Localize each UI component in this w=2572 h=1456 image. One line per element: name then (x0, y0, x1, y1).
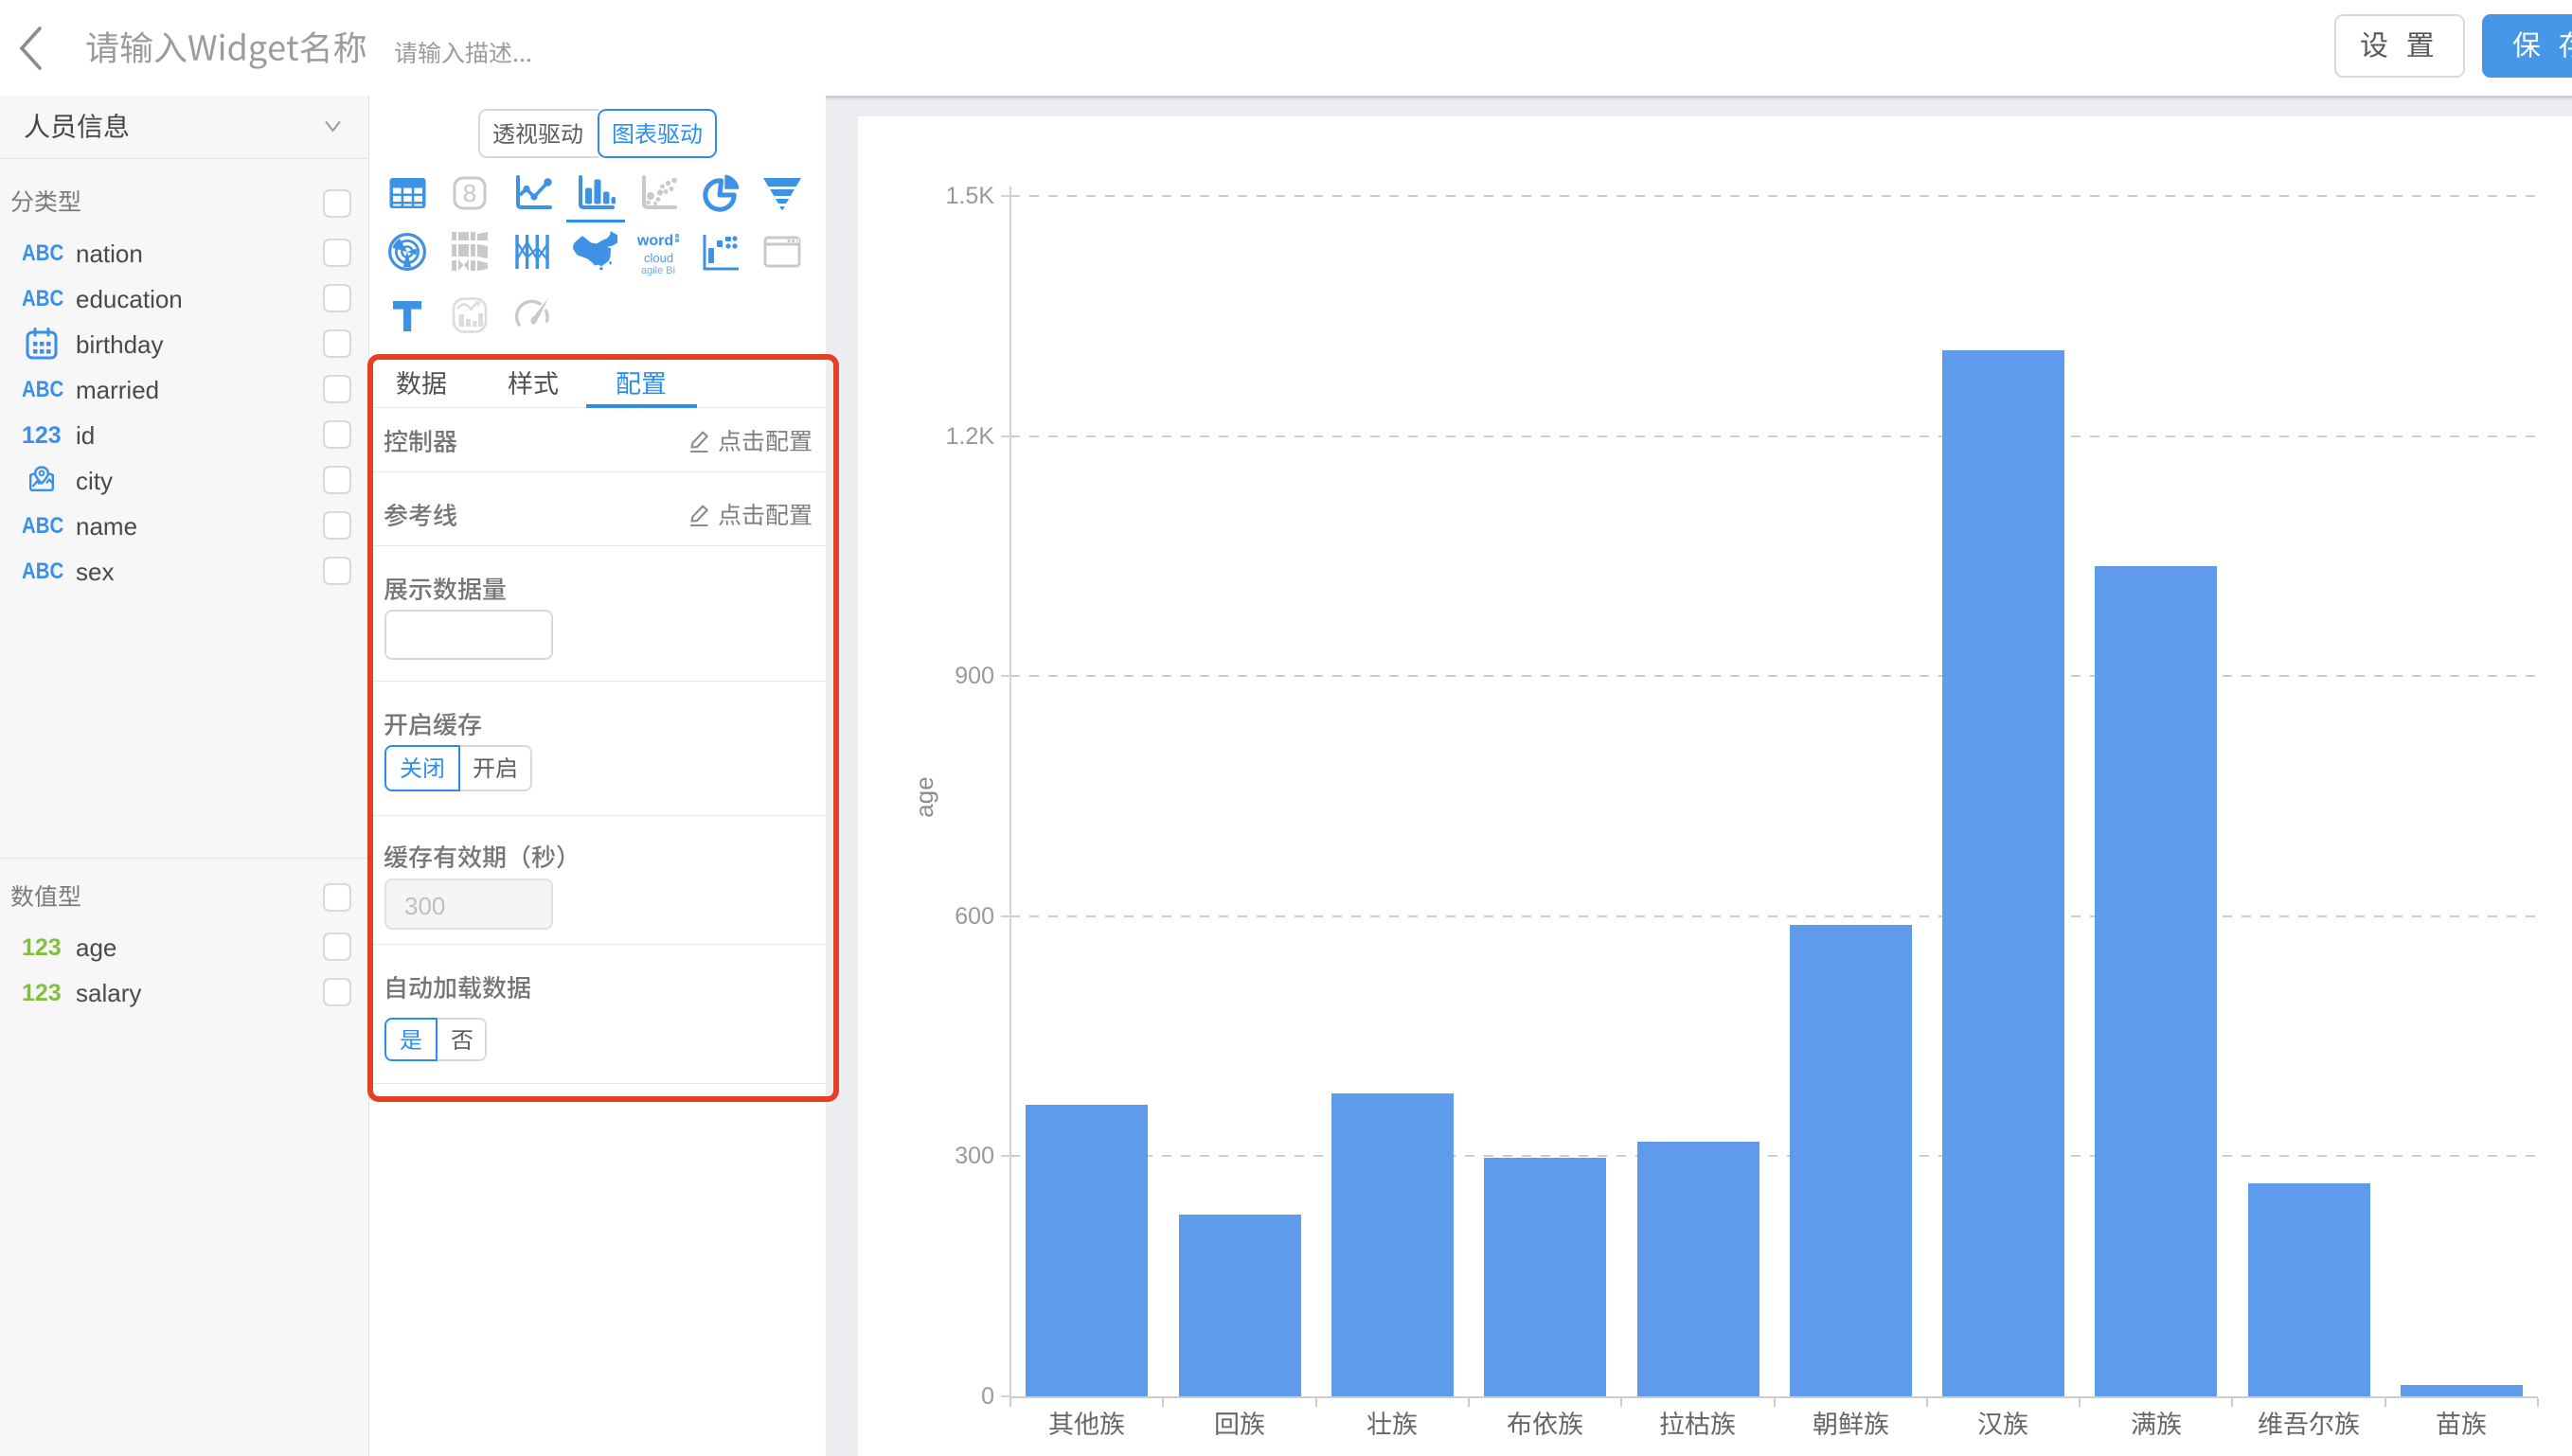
svg-text:8: 8 (463, 179, 476, 207)
